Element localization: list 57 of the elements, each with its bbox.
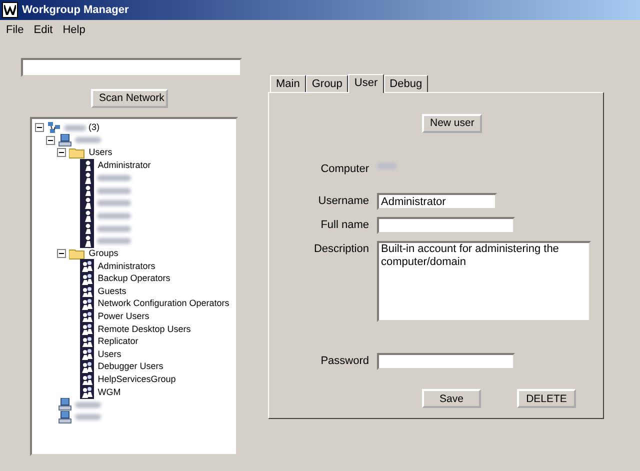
tab[interactable]: User	[348, 74, 384, 92]
description-field[interactable]: Built-in account for administering the computer/domain	[377, 241, 591, 322]
password-field[interactable]	[377, 353, 515, 370]
field-label: Description	[312, 242, 370, 257]
tree-item[interactable]: WGM	[96, 386, 122, 400]
field-label: Username	[317, 194, 370, 209]
user-icon	[80, 234, 94, 248]
action-button[interactable]: Save	[422, 389, 481, 408]
expander-icon[interactable]	[57, 249, 66, 258]
group-icon	[80, 322, 94, 336]
app-logo-icon	[2, 2, 18, 18]
window-title: Workgroup Manager	[22, 2, 129, 18]
tree-item[interactable]: HelpServicesGroup	[96, 372, 177, 386]
search-field[interactable]	[21, 58, 242, 76]
menu-item[interactable]: Edit	[30, 21, 57, 40]
menu-item[interactable]: Help	[58, 21, 90, 40]
group-icon	[80, 297, 94, 312]
field-label: Full name	[320, 218, 370, 233]
tree-item[interactable]: Guests	[96, 284, 128, 298]
network-icon	[47, 121, 61, 134]
scan-network-button[interactable]: Scan Network	[91, 88, 168, 108]
expander-icon[interactable]	[35, 123, 44, 132]
group-icon	[80, 385, 94, 400]
computer-icon	[58, 398, 72, 412]
tree-item[interactable]: Backup Operators	[96, 272, 172, 286]
item-count: (3)	[88, 121, 100, 134]
tree-item[interactable]: Power Users	[96, 310, 150, 324]
tree-item[interactable]: Replicator	[96, 335, 140, 349]
expander-icon[interactable]	[46, 136, 55, 145]
action-button[interactable]: DELETE	[517, 389, 576, 408]
tree-item[interactable]: Network Configuration Operators	[96, 297, 230, 311]
user-icon	[80, 158, 94, 173]
tree-item[interactable]: Administrators	[96, 260, 156, 274]
text-field[interactable]: Administrator	[377, 193, 497, 210]
tab[interactable]: Main	[270, 74, 306, 92]
group-icon	[80, 259, 94, 274]
tab[interactable]: Debug	[384, 74, 428, 92]
folder-icon	[69, 248, 85, 260]
new-user-button[interactable]: New user	[422, 114, 482, 132]
tree-item[interactable]: Remote Desktop Users	[96, 322, 192, 336]
group-icon	[80, 360, 94, 374]
tab[interactable]: Group	[306, 74, 348, 92]
tree-item[interactable]: Groups	[88, 246, 120, 260]
group-icon	[80, 272, 94, 286]
expander-icon[interactable]	[57, 148, 66, 158]
text-field[interactable]	[377, 217, 515, 234]
menu-item[interactable]: File	[2, 21, 28, 40]
field-label: Password	[320, 354, 370, 369]
tree-item[interactable]: Users	[96, 348, 122, 362]
folder-icon	[69, 146, 85, 159]
tree-item[interactable]: Debugger Users	[96, 360, 164, 374]
computer-icon	[58, 410, 72, 424]
group-icon	[80, 347, 94, 362]
field-label: Computer	[320, 162, 370, 176]
tree-item[interactable]: Administrator	[96, 158, 152, 172]
tree-item[interactable]: Users	[88, 146, 114, 160]
computer-icon	[58, 134, 72, 147]
